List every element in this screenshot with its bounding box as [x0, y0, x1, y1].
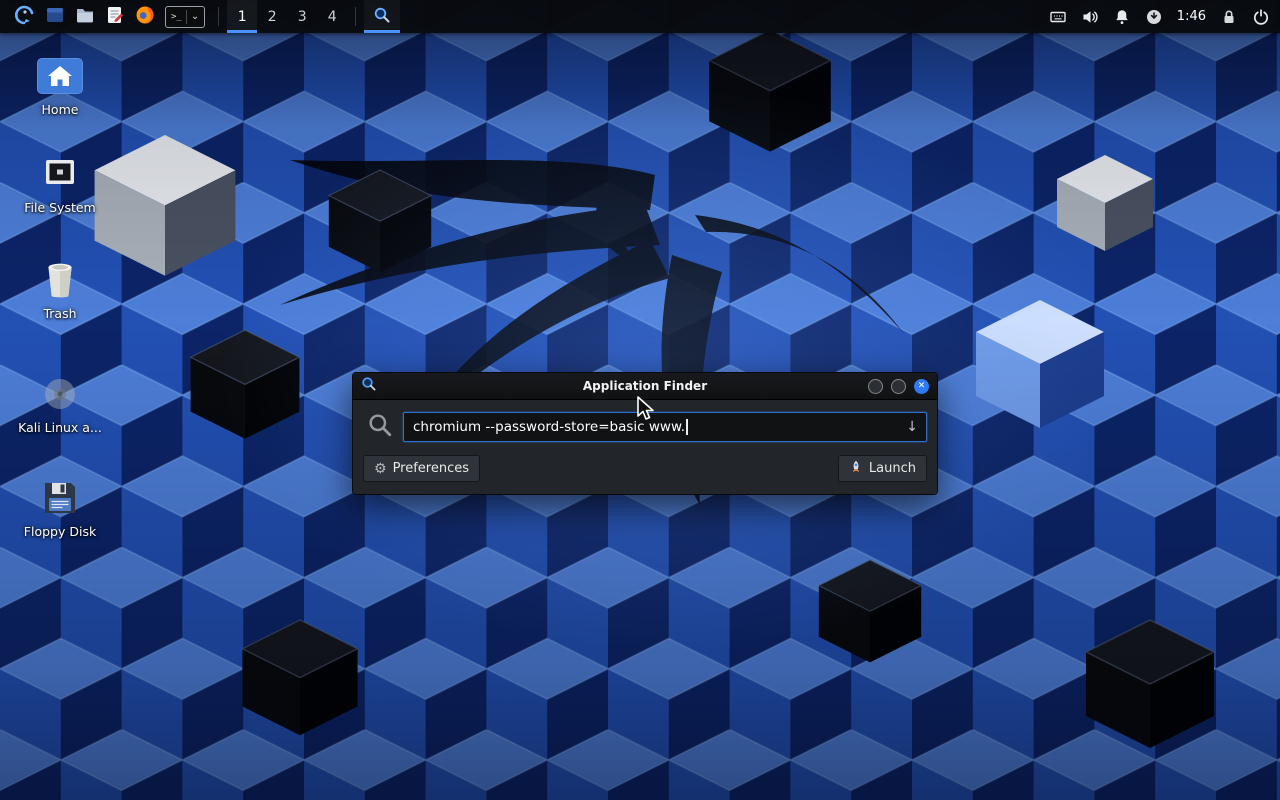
- history-dropdown-icon[interactable]: ↓: [906, 419, 918, 435]
- kali-menu-button[interactable]: [6, 0, 40, 33]
- dialog-body: chromium --password-store=basic www. ↓ ⚙…: [353, 400, 937, 494]
- maximize-button[interactable]: [891, 379, 906, 394]
- workspace-button-4[interactable]: 4: [317, 0, 347, 33]
- terminal-icon: >_ ⌄: [165, 6, 205, 28]
- screen-lock-icon[interactable]: [1220, 8, 1238, 26]
- panel-separator: [218, 7, 219, 26]
- launcher-file-manager[interactable]: [70, 0, 100, 33]
- floppy-icon: [12, 476, 108, 520]
- volume-icon[interactable]: [1081, 8, 1099, 26]
- display-settings-icon[interactable]: [1049, 8, 1067, 26]
- workspace-button-3[interactable]: 3: [287, 0, 317, 33]
- desktop-icon-trash[interactable]: Trash: [12, 258, 108, 322]
- filesystem-icon: [12, 152, 108, 196]
- launcher-text-editor[interactable]: [100, 0, 130, 33]
- launch-button-label: Launch: [869, 461, 916, 476]
- gear-icon: ⚙: [374, 462, 387, 476]
- launch-button[interactable]: Launch: [838, 455, 927, 482]
- disc-icon: [12, 372, 108, 416]
- panel-right: 1:46: [1049, 0, 1274, 33]
- search-icon: [367, 412, 393, 442]
- desktop-icon-label: Floppy Disk: [12, 524, 108, 540]
- desktop-icon-floppy[interactable]: Floppy Disk: [12, 476, 108, 540]
- close-button[interactable]: ✕: [914, 379, 929, 394]
- appfinder-window-icon: [361, 376, 377, 396]
- panel-left: >_ ⌄ 1 2 3 4: [6, 0, 400, 33]
- top-panel: >_ ⌄ 1 2 3 4: [0, 0, 1280, 33]
- desktop-icon-filesystem[interactable]: File System: [12, 152, 108, 216]
- close-icon: ✕: [918, 382, 926, 391]
- desktop-icon-kali-drive[interactable]: Kali Linux a...: [12, 372, 108, 436]
- titlebar[interactable]: Application Finder ✕: [353, 373, 937, 400]
- workspace-button-2[interactable]: 2: [257, 0, 287, 33]
- power-logout-icon[interactable]: [1252, 8, 1270, 26]
- command-input-value: chromium --password-store=basic www.: [413, 419, 685, 435]
- trash-icon: [12, 258, 108, 302]
- launcher-firefox[interactable]: [130, 0, 160, 33]
- window-title: Application Finder: [583, 379, 707, 393]
- preferences-button-label: Preferences: [393, 461, 469, 476]
- desktop-icon-home[interactable]: Home: [12, 54, 108, 118]
- desktop-icon-label: Trash: [12, 306, 108, 322]
- magnifier-icon: [373, 6, 391, 28]
- desktop-icon-label: File System: [12, 200, 108, 216]
- home-icon: [37, 58, 83, 94]
- desktop-icon-label: Home: [12, 102, 108, 118]
- window-icon: [45, 5, 65, 29]
- terminal-prompt-glyph: >_: [171, 12, 182, 22]
- text-caret: [686, 419, 688, 435]
- taskbar-appfinder-button[interactable]: [364, 0, 400, 33]
- folder-icon: [75, 5, 95, 29]
- clock[interactable]: 1:46: [1177, 9, 1206, 24]
- updates-icon[interactable]: [1145, 8, 1163, 26]
- minimize-button[interactable]: [868, 379, 883, 394]
- firefox-icon: [135, 5, 155, 29]
- show-desktop-button[interactable]: [40, 0, 70, 33]
- desktop-icon-label: Kali Linux a...: [12, 420, 108, 436]
- panel-separator: [355, 7, 356, 26]
- application-finder-window: Application Finder ✕ chromium --password…: [352, 372, 938, 495]
- command-input[interactable]: chromium --password-store=basic www. ↓: [403, 412, 927, 442]
- preferences-button[interactable]: ⚙ Preferences: [363, 455, 480, 482]
- kali-logo-icon: [11, 3, 35, 31]
- chevron-down-icon: ⌄: [191, 12, 199, 22]
- notifications-bell-icon[interactable]: [1113, 8, 1131, 26]
- launcher-terminal[interactable]: >_ ⌄: [160, 0, 210, 33]
- workspace-button-1[interactable]: 1: [227, 0, 257, 33]
- window-controls: ✕: [868, 379, 929, 394]
- launch-icon: [849, 460, 863, 478]
- text-editor-icon: [105, 5, 125, 29]
